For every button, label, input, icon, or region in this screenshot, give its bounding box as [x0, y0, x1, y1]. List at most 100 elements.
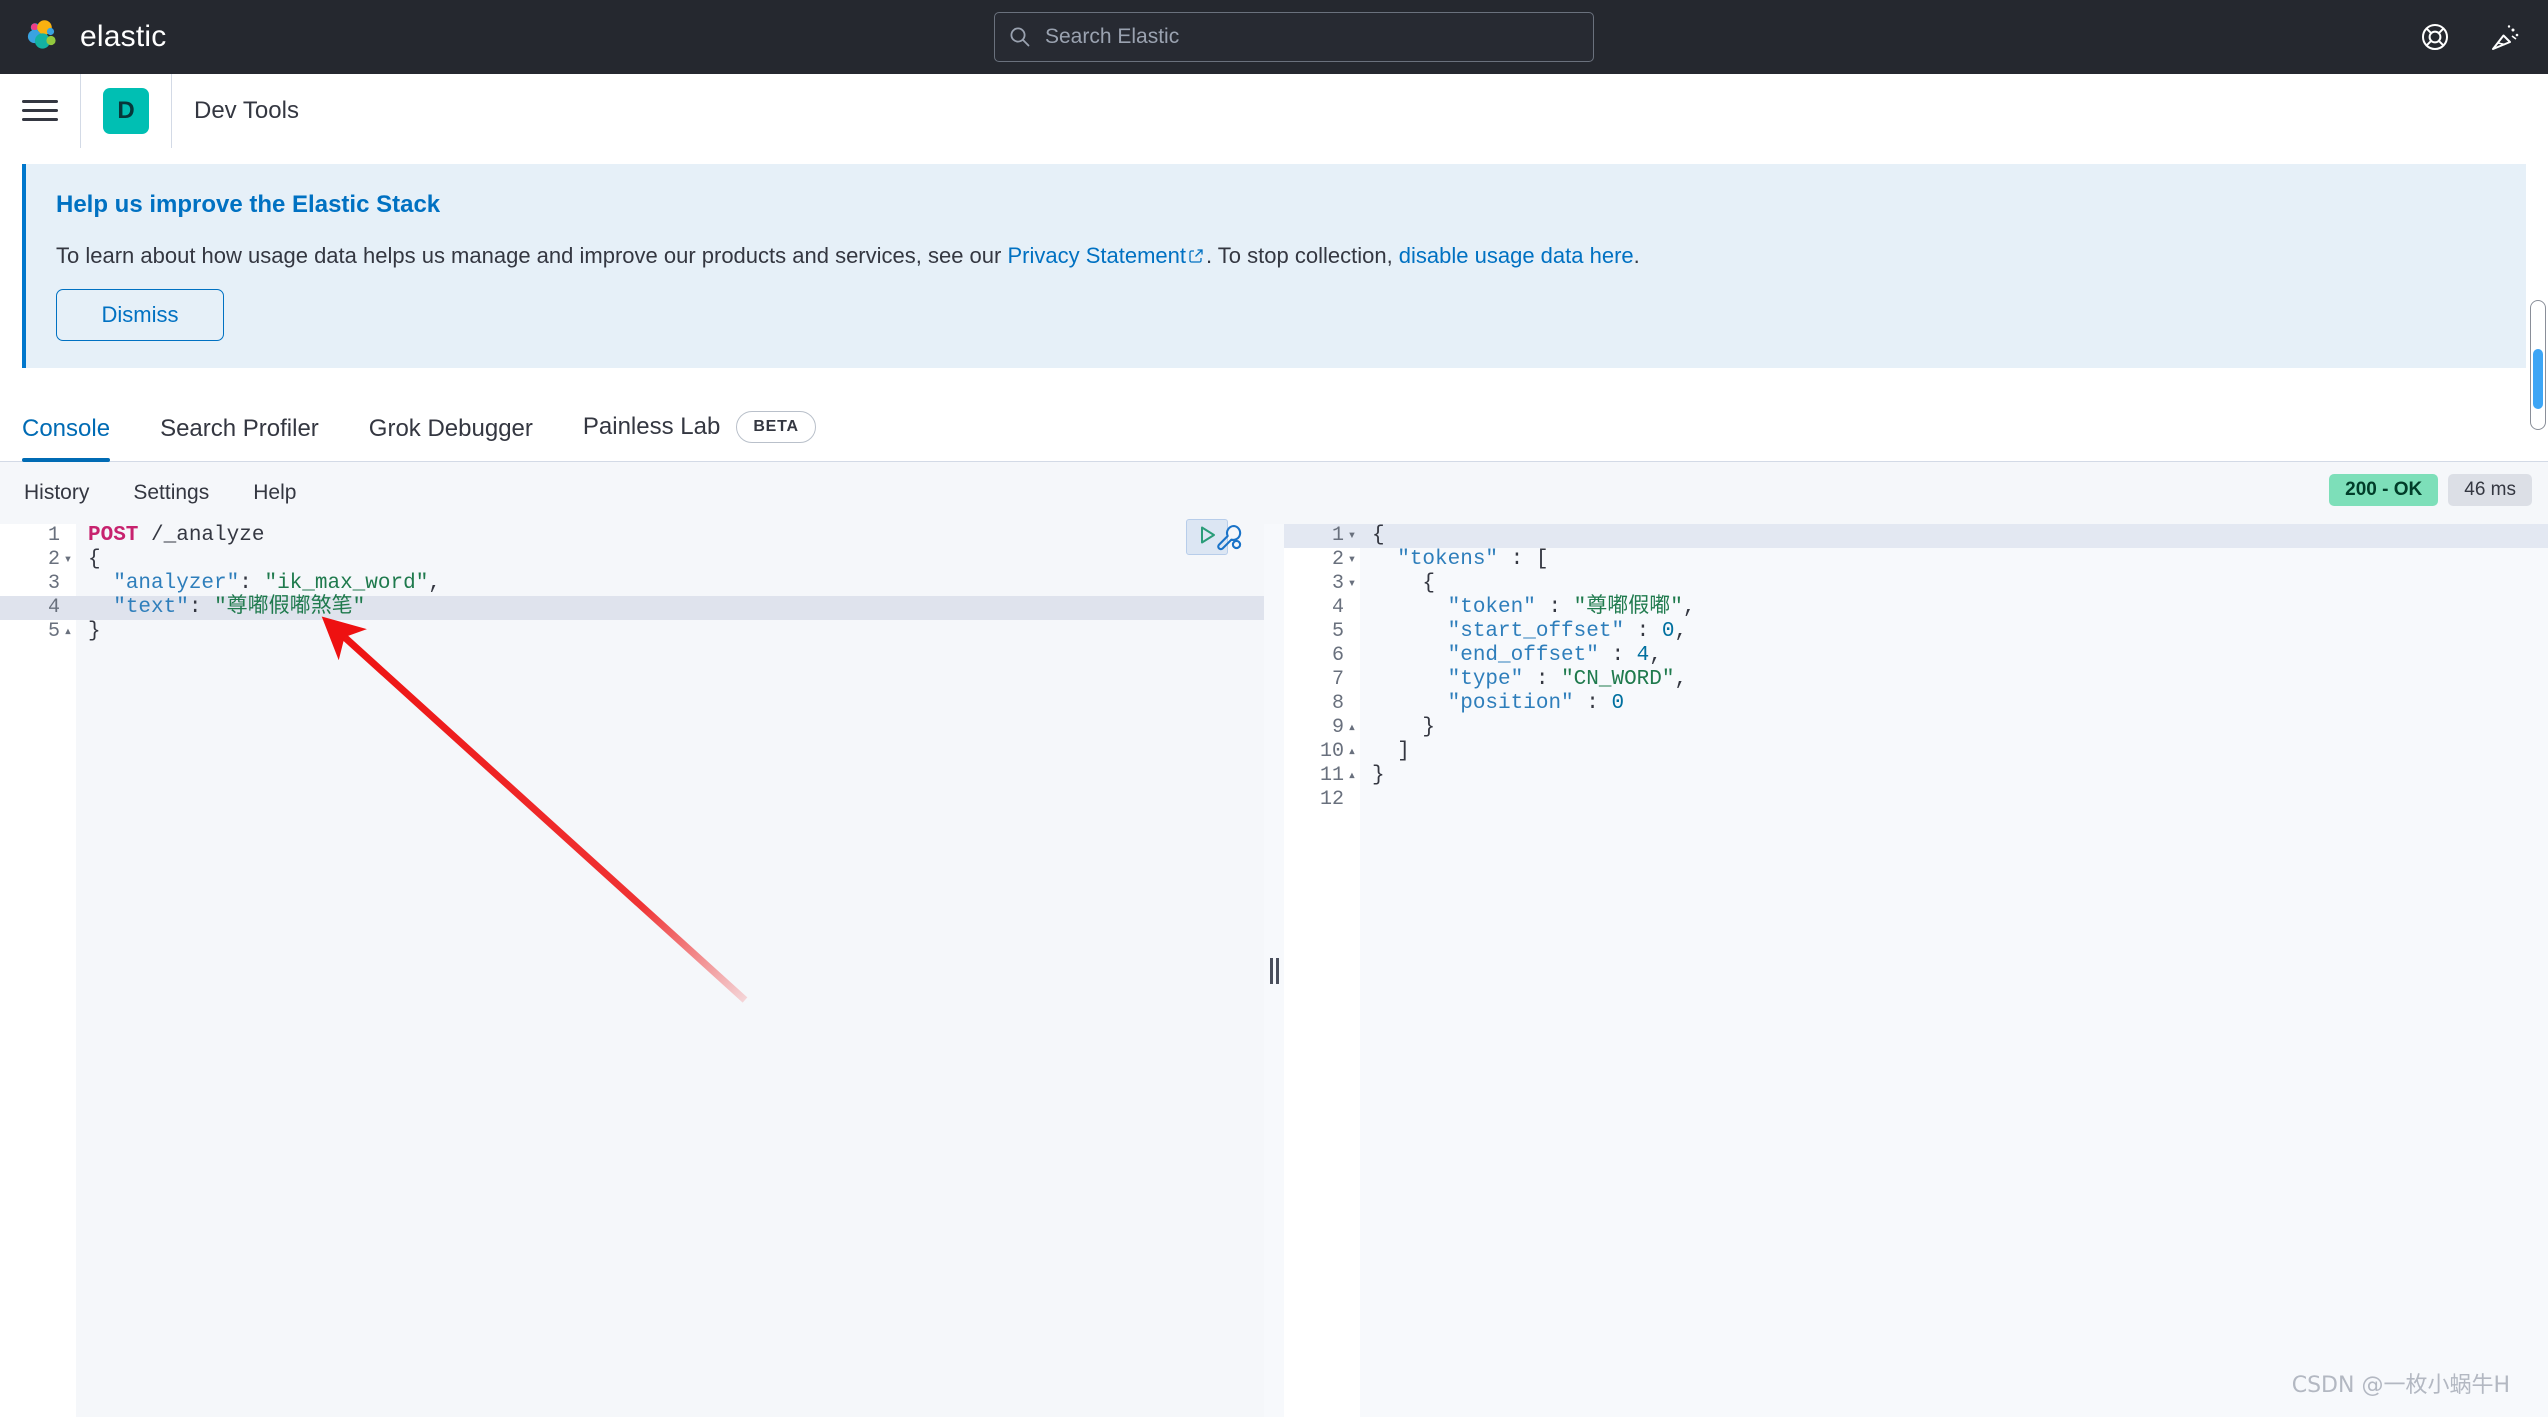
- console-menu-help[interactable]: Help: [253, 481, 296, 505]
- disable-usage-data-link[interactable]: disable usage data here: [1399, 243, 1634, 268]
- fold-toggle-icon[interactable]: ▴: [60, 620, 76, 644]
- code-line[interactable]: 11▴}: [1284, 764, 2548, 788]
- response-status-group: 200 - OK 46 ms: [2329, 474, 2532, 506]
- line-number: 2: [0, 548, 60, 572]
- request-code-lines[interactable]: 1POST /_analyze2▾{3 "analyzer": "ik_max_…: [0, 524, 1264, 644]
- line-number: 4: [0, 596, 60, 620]
- line-number: 5: [1284, 620, 1344, 644]
- request-code-background: [76, 524, 1264, 1417]
- code-text: }: [1360, 764, 1385, 788]
- request-editor-pane[interactable]: 1POST /_analyze2▾{3 "analyzer": "ik_max_…: [0, 524, 1264, 1417]
- global-search[interactable]: [994, 12, 1594, 62]
- search-box[interactable]: [994, 12, 1594, 62]
- tab-label: Console: [22, 415, 110, 443]
- app-badge[interactable]: D: [103, 88, 149, 134]
- code-line[interactable]: 7 "type" : "CN_WORD",: [1284, 668, 2548, 692]
- code-line[interactable]: 2▾ "tokens" : [: [1284, 548, 2548, 572]
- code-line[interactable]: 3▾ {: [1284, 572, 2548, 596]
- callout-body-suffix: .: [1634, 243, 1640, 268]
- party-popper-icon[interactable]: [2490, 22, 2520, 52]
- code-line[interactable]: 3 "analyzer": "ik_max_word",: [0, 572, 1264, 596]
- code-line[interactable]: 6 "end_offset" : 4,: [1284, 644, 2548, 668]
- divider: [80, 74, 81, 148]
- callout-body-prefix: To learn about how usage data helps us m…: [56, 243, 1007, 268]
- code-text: }: [76, 620, 101, 644]
- search-input[interactable]: [1045, 25, 1579, 49]
- code-line[interactable]: 8 "position" : 0: [1284, 692, 2548, 716]
- line-number: 3: [1284, 572, 1344, 596]
- code-text: "type" : "CN_WORD",: [1360, 668, 1687, 692]
- code-line[interactable]: 10▴ ]: [1284, 740, 2548, 764]
- code-text: {: [76, 548, 101, 572]
- response-time-badge: 46 ms: [2448, 474, 2532, 506]
- line-number: 5: [0, 620, 60, 644]
- response-editor-pane[interactable]: 1▾{2▾ "tokens" : [3▾ {4 "token" : "尊嘟假嘟"…: [1284, 524, 2548, 1417]
- tab-painless-lab[interactable]: Painless Lab BETA: [583, 411, 816, 461]
- fold-toggle-icon[interactable]: ▴: [1344, 740, 1360, 764]
- beta-badge: BETA: [736, 411, 816, 443]
- tab-grok-debugger[interactable]: Grok Debugger: [369, 415, 533, 461]
- code-line[interactable]: 4 "text": "尊嘟假嘟煞笔": [0, 596, 1264, 620]
- brand-name: elastic: [80, 20, 166, 54]
- code-line[interactable]: 2▾{: [0, 548, 1264, 572]
- divider: [171, 74, 172, 148]
- code-text: }: [1360, 716, 1435, 740]
- status-badge: 200 - OK: [2329, 474, 2438, 506]
- search-icon: [1009, 26, 1031, 48]
- help-life-ring-icon[interactable]: [2420, 22, 2450, 52]
- callout-body: To learn about how usage data helps us m…: [56, 243, 1640, 269]
- console-menu-history[interactable]: History: [24, 481, 89, 505]
- pane-splitter[interactable]: [1264, 524, 1284, 1417]
- callout-body-middle: . To stop collection,: [1206, 243, 1399, 268]
- elastic-logo-icon: [22, 16, 64, 58]
- console-menu-settings[interactable]: Settings: [133, 481, 209, 505]
- console-tools-button[interactable]: [1214, 522, 1246, 554]
- fold-toggle-icon[interactable]: ▴: [1344, 764, 1360, 788]
- code-line[interactable]: 5▴}: [0, 620, 1264, 644]
- line-number: 1: [1284, 524, 1344, 548]
- code-text: POST /_analyze: [76, 524, 264, 548]
- scrollbar-thumb[interactable]: [2533, 349, 2543, 409]
- request-gutter: [0, 524, 76, 1417]
- code-line[interactable]: 5 "start_offset" : 0,: [1284, 620, 2548, 644]
- header-actions: [2420, 0, 2520, 74]
- tab-console[interactable]: Console: [22, 415, 110, 461]
- dev-tools-tabs: Console Search Profiler Grok Debugger Pa…: [0, 386, 2548, 462]
- fold-toggle-icon[interactable]: ▴: [1344, 716, 1360, 740]
- code-text: ]: [1360, 740, 1410, 764]
- page-scrollbar[interactable]: [2530, 300, 2546, 430]
- code-text: {: [1360, 572, 1435, 596]
- hamburger-menu-icon[interactable]: [22, 93, 58, 129]
- fold-toggle-icon[interactable]: ▾: [60, 548, 76, 572]
- code-line[interactable]: 9▴ }: [1284, 716, 2548, 740]
- code-line[interactable]: 4 "token" : "尊嘟假嘟",: [1284, 596, 2548, 620]
- csdn-watermark: CSDN @一枚小蜗牛H: [2292, 1367, 2510, 1399]
- fold-toggle-icon[interactable]: ▾: [1344, 524, 1360, 548]
- code-line[interactable]: 12: [1284, 788, 2548, 812]
- line-number: 11: [1284, 764, 1344, 788]
- code-text: "token" : "尊嘟假嘟",: [1360, 596, 1695, 620]
- page-title: Dev Tools: [194, 97, 299, 125]
- fold-toggle-icon[interactable]: ▾: [1344, 572, 1360, 596]
- line-number: 1: [0, 524, 60, 548]
- line-number: 2: [1284, 548, 1344, 572]
- top-header: elastic: [0, 0, 2548, 74]
- line-number: 6: [1284, 644, 1344, 668]
- line-number: 12: [1284, 788, 1344, 812]
- tab-search-profiler[interactable]: Search Profiler: [160, 415, 319, 461]
- code-line[interactable]: 1 POST /_analyze: [0, 524, 1264, 548]
- app-chrome-bar: D Dev Tools: [0, 74, 2548, 148]
- privacy-statement-link[interactable]: Privacy Statement: [1007, 243, 1186, 268]
- tab-label: Search Profiler: [160, 415, 319, 443]
- line-number: 7: [1284, 668, 1344, 692]
- code-text: "start_offset" : 0,: [1360, 620, 1687, 644]
- usage-data-callout: Help us improve the Elastic Stack To lea…: [22, 164, 2526, 368]
- fold-toggle-icon[interactable]: ▾: [1344, 548, 1360, 572]
- code-line[interactable]: 1▾{: [1284, 524, 2548, 548]
- brand[interactable]: elastic: [22, 16, 166, 58]
- code-text: "position" : 0: [1360, 692, 1624, 716]
- line-number: 8: [1284, 692, 1344, 716]
- line-number: 9: [1284, 716, 1344, 740]
- dismiss-button[interactable]: Dismiss: [56, 289, 224, 341]
- resize-grip-icon: [1270, 958, 1279, 984]
